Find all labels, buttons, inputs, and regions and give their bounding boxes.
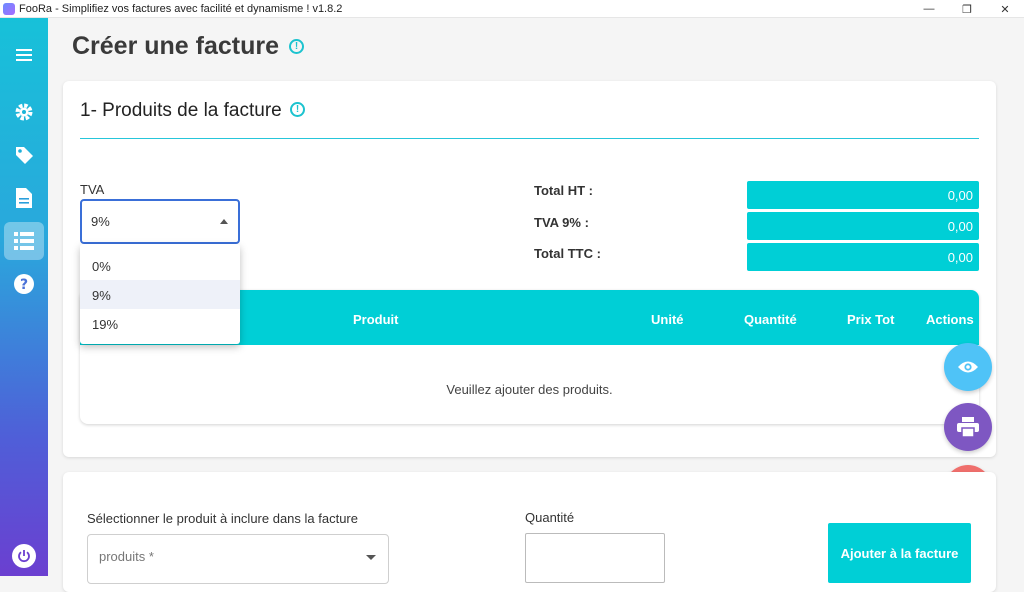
sidebar-item-help[interactable]: ? bbox=[4, 265, 44, 303]
page-title: Créer une facture bbox=[72, 32, 280, 60]
restore-button[interactable]: ❐ bbox=[948, 0, 986, 18]
tva-dropdown-menu: 0% 9% 19% bbox=[80, 244, 240, 344]
tva-select[interactable]: 9% bbox=[80, 199, 240, 244]
section-divider bbox=[80, 138, 979, 139]
quantity-label: Quantité bbox=[525, 510, 575, 525]
add-to-invoice-button[interactable]: Ajouter à la facture bbox=[828, 523, 971, 583]
product-select[interactable]: produits * bbox=[87, 534, 389, 584]
column-header-prix-tot[interactable]: Prix Tot bbox=[847, 312, 894, 327]
total-ht-value: 0,00 bbox=[747, 181, 979, 209]
total-ttc-label: Total TTC : bbox=[534, 246, 601, 261]
printer-icon bbox=[957, 417, 979, 437]
sidebar-item-list[interactable] bbox=[4, 222, 44, 260]
tva-option-19[interactable]: 19% bbox=[80, 309, 240, 338]
tva-option-0[interactable]: 0% bbox=[80, 251, 240, 280]
gear-icon bbox=[15, 103, 33, 121]
sidebar-item-settings[interactable] bbox=[4, 93, 44, 131]
menu-button[interactable] bbox=[4, 36, 44, 74]
document-icon bbox=[16, 188, 32, 208]
window-controls: — ❐ ✕ bbox=[910, 0, 1024, 18]
total-ht-label: Total HT : bbox=[534, 183, 593, 198]
minimize-button[interactable]: — bbox=[910, 0, 948, 18]
close-button[interactable]: ✕ bbox=[986, 0, 1024, 18]
app-logo-icon bbox=[3, 2, 15, 15]
sidebar: ? bbox=[0, 18, 48, 576]
window-titlebar: FooRa - Simplifiez vos factures avec fac… bbox=[0, 0, 1024, 18]
tva-option-9[interactable]: 9% bbox=[80, 280, 240, 309]
column-header-produit[interactable]: Produit bbox=[353, 312, 399, 327]
chevron-down-icon bbox=[366, 555, 376, 560]
print-button[interactable] bbox=[944, 403, 992, 451]
menu-icon bbox=[16, 49, 32, 61]
preview-button[interactable] bbox=[944, 343, 992, 391]
empty-table-message: Veuillez ajouter des produits. bbox=[446, 382, 613, 397]
power-button[interactable] bbox=[12, 544, 36, 568]
column-header-actions: Actions bbox=[926, 312, 974, 327]
tva-amount-label: TVA 9% : bbox=[534, 215, 589, 230]
power-icon bbox=[18, 550, 30, 563]
add-product-card: Sélectionner le produit à inclure dans l… bbox=[63, 472, 996, 592]
section-info-icon[interactable]: ! bbox=[290, 102, 305, 117]
column-header-quantite[interactable]: Quantité bbox=[744, 312, 797, 327]
tva-label: TVA bbox=[80, 182, 105, 197]
tag-icon bbox=[16, 147, 33, 164]
tva-amount-value: 0,00 bbox=[747, 212, 979, 240]
sidebar-item-invoices[interactable] bbox=[4, 179, 44, 217]
caret-up-icon bbox=[220, 219, 228, 224]
column-header-unite[interactable]: Unité bbox=[651, 312, 684, 327]
sidebar-item-products[interactable] bbox=[4, 136, 44, 174]
svg-text:?: ? bbox=[20, 277, 28, 293]
eye-icon bbox=[958, 361, 978, 373]
product-select-placeholder: produits * bbox=[99, 549, 154, 564]
section-title: 1- Produits de la facture bbox=[80, 100, 282, 121]
tva-selected-value: 9% bbox=[91, 214, 110, 229]
product-select-label: Sélectionner le produit à inclure dans l… bbox=[87, 511, 358, 526]
help-icon: ? bbox=[14, 274, 34, 294]
info-icon[interactable]: ! bbox=[289, 39, 304, 54]
window-title: FooRa - Simplifiez vos factures avec fac… bbox=[19, 2, 343, 15]
total-ttc-value: 0,00 bbox=[747, 243, 979, 271]
list-icon bbox=[14, 232, 34, 250]
